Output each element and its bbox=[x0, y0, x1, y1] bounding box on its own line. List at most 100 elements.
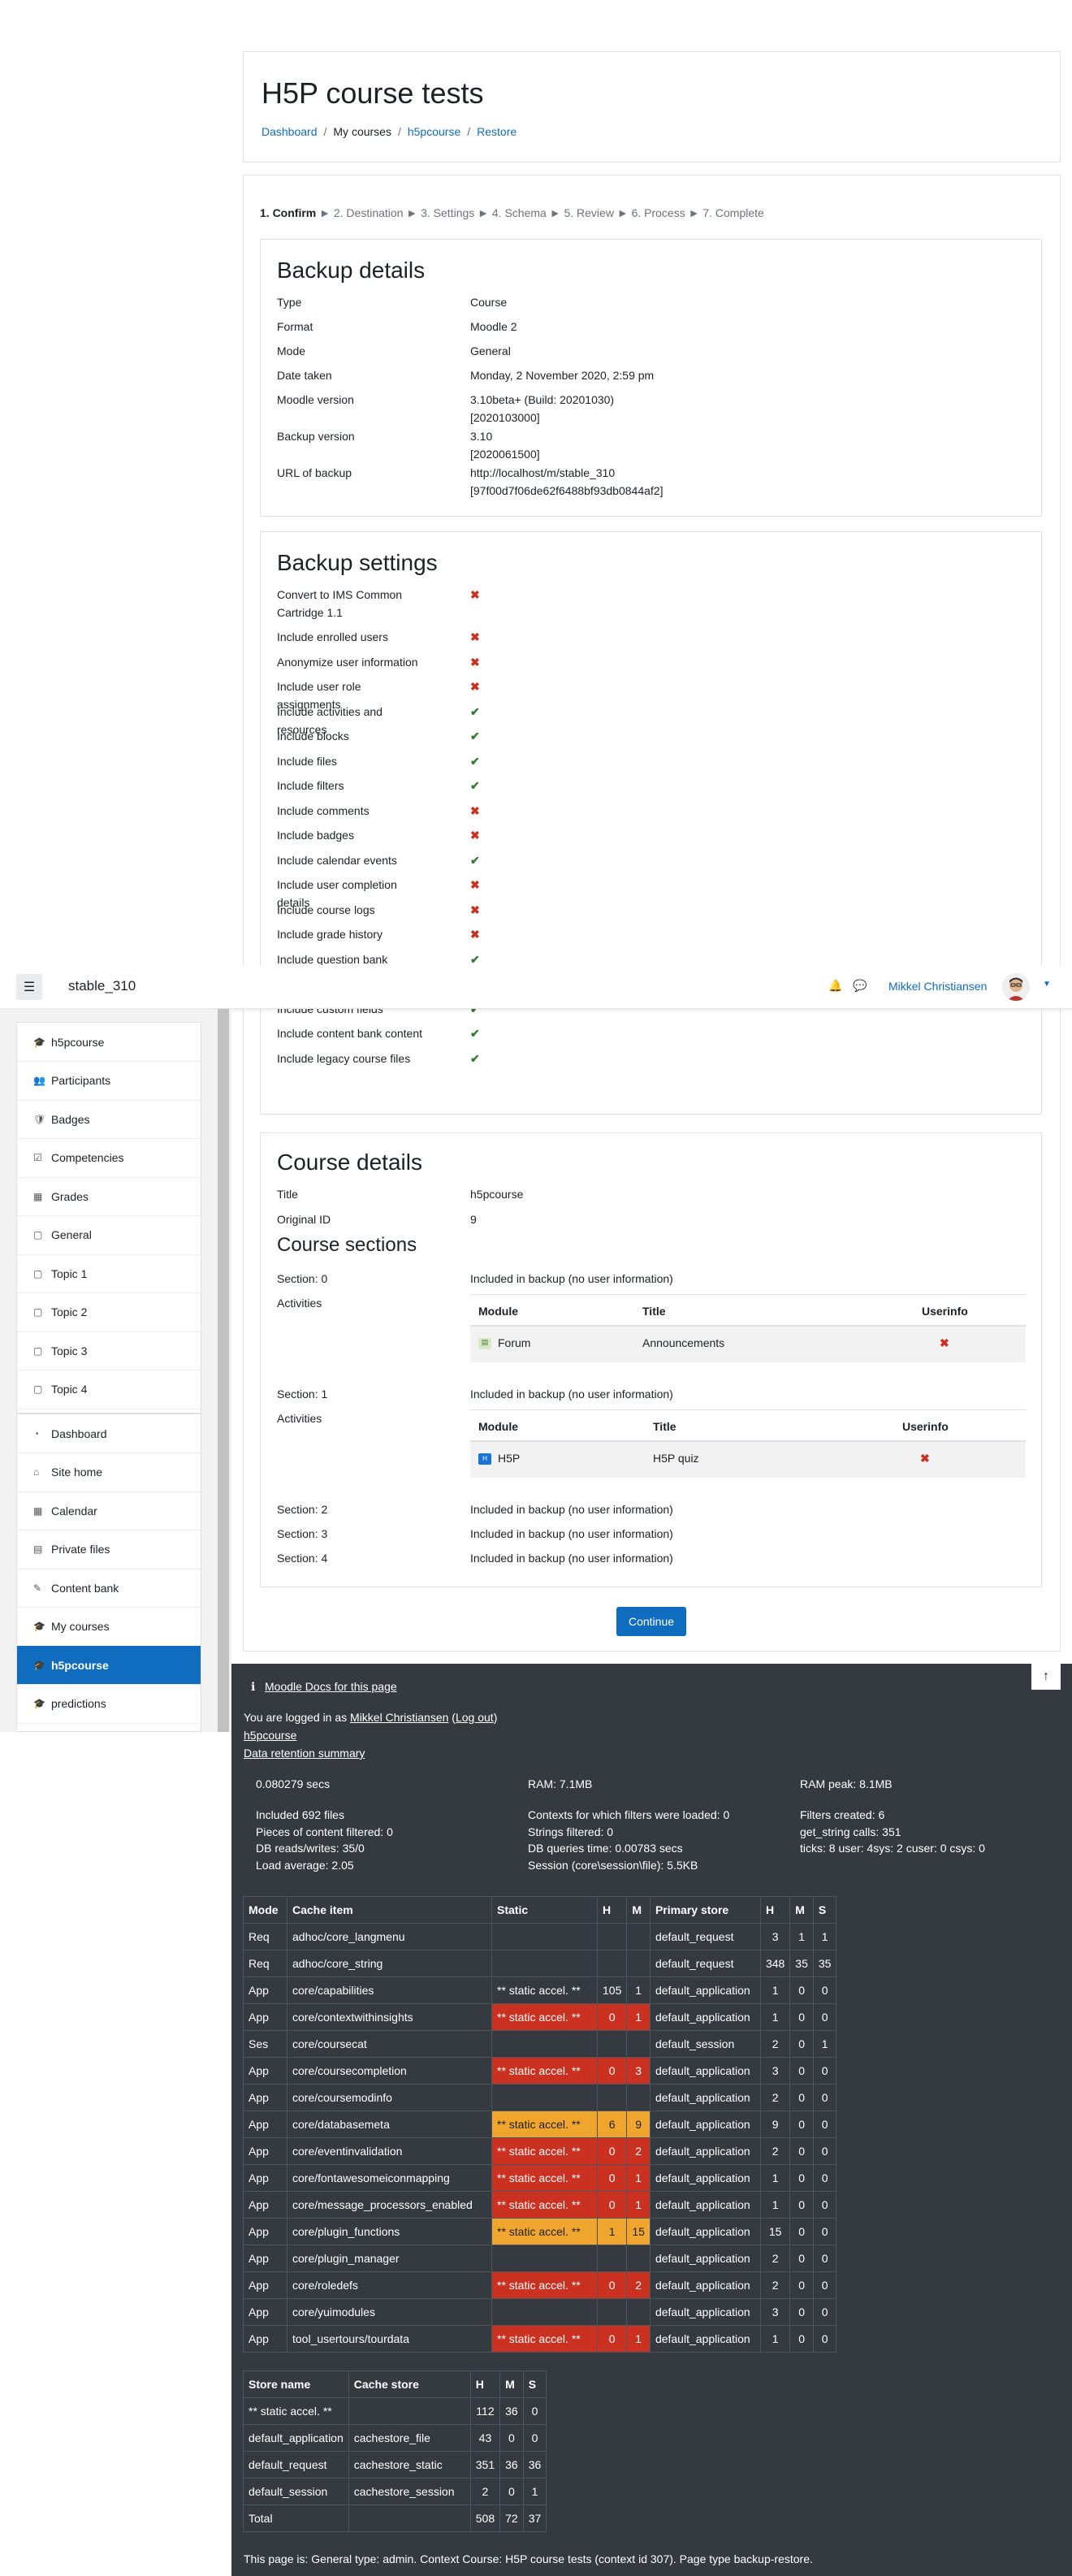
breadcrumb-separator: / bbox=[467, 125, 471, 138]
table-cell: 0 bbox=[812, 2191, 837, 2219]
table-cell: Ses bbox=[243, 2030, 287, 2058]
perf-line: get_string calls: 351 bbox=[800, 1825, 901, 1838]
table-cell: ** static accel. ** bbox=[491, 2003, 598, 2031]
breadcrumb-dashboard[interactable]: Dashboard bbox=[262, 125, 318, 138]
table-cell: 0 bbox=[789, 2164, 814, 2192]
table-cell: 0 bbox=[812, 2245, 837, 2272]
stepper-current: 1. Confirm bbox=[260, 206, 317, 219]
activity-title: Announcements bbox=[642, 1336, 725, 1349]
graduation-cap-icon: 🎓 bbox=[33, 1036, 45, 1048]
nav-item-topic-2[interactable]: ▢ Topic 2 bbox=[17, 1293, 201, 1332]
nav-item-topic-4[interactable]: ▢ Topic 4 bbox=[17, 1370, 201, 1409]
bell-icon[interactable]: 🔔 bbox=[828, 979, 842, 993]
logininfo: You are logged in as Mikkel Christiansen… bbox=[244, 1711, 498, 1724]
nav-item-predictions[interactable]: 🎓 predictions bbox=[17, 1685, 201, 1724]
nav-item-label: Site home bbox=[51, 1466, 103, 1478]
stepper-rest: ► 2. Destination ► 3. Settings ► 4. Sche… bbox=[316, 206, 764, 219]
breadcrumb-restore[interactable]: Restore bbox=[477, 125, 517, 138]
nav-item-label: Topic 2 bbox=[51, 1305, 88, 1318]
nav-item-general[interactable]: ▢ General bbox=[17, 1216, 201, 1255]
nav-item-h5pcourse[interactable]: 🎓 h5pcourse bbox=[17, 1646, 201, 1685]
nav-item-badges[interactable]: 🛡 Badges bbox=[17, 1100, 201, 1139]
nav-item-dashboard[interactable]: ◔ Dashboard bbox=[17, 1414, 201, 1453]
nav-item-private-files[interactable]: ▤ Private files bbox=[17, 1530, 201, 1569]
table-cell bbox=[626, 2245, 651, 2272]
graduation-cap-icon: 🎓 bbox=[33, 1621, 45, 1632]
chevron-down-icon[interactable]: ▼ bbox=[1043, 980, 1051, 989]
column-header: H bbox=[759, 1896, 791, 1924]
table-row: App core/message_processors_enabled ** sta… bbox=[243, 2191, 837, 2219]
activity-title: H5P quiz bbox=[653, 1452, 699, 1465]
table-cell: 0 bbox=[812, 2137, 837, 2165]
nav-item-site-home[interactable]: ⌂ Site home bbox=[17, 1453, 201, 1492]
table-cell: 1 bbox=[812, 1923, 837, 1950]
breadcrumb-course[interactable]: h5pcourse bbox=[408, 125, 460, 138]
table-cell: default_application bbox=[649, 2084, 761, 2111]
table-cell: ** static accel. ** bbox=[243, 2397, 349, 2425]
table-row: App tool_usertours/tourdata ** static acce… bbox=[243, 2325, 837, 2353]
backup-details-box: Backup details Type Course Format Moodle 2… bbox=[260, 239, 1042, 517]
nav-item-competencies[interactable]: ☑ Competencies bbox=[17, 1139, 201, 1178]
cross-icon: ✖ bbox=[940, 1336, 949, 1349]
table-cell: 35 bbox=[812, 1950, 837, 1977]
nav-item-label: Private files bbox=[51, 1543, 110, 1556]
breadcrumb: Dashboard / My courses / h5pcourse / Res… bbox=[262, 125, 517, 138]
table-cell: core/contextwithinsights bbox=[287, 2003, 492, 2031]
perf-line: DB reads/writes: 35/0 bbox=[256, 1842, 365, 1855]
table-header: Store name Cache store H M S bbox=[243, 2370, 547, 2398]
navbar: ☰ stable_310 🔔 💬 Mikkel Christiansen ▼ bbox=[0, 965, 1072, 1009]
page-footer: ↑ ℹ Moodle Docs for this page You are lo… bbox=[231, 1664, 1072, 2576]
table-header: Module Title Userinfo bbox=[470, 1409, 1026, 1442]
continue-button[interactable]: Continue bbox=[616, 1607, 686, 1636]
table-cell bbox=[491, 1950, 598, 1977]
col-title: Title bbox=[642, 1305, 666, 1318]
back-to-top-arrow-icon[interactable]: ↑ bbox=[1031, 1664, 1061, 1690]
table-row: Total 508 72 37 bbox=[243, 2505, 547, 2532]
table-cell bbox=[626, 1923, 651, 1950]
table-row: App core/fontawesomeiconmapping ** static … bbox=[243, 2164, 837, 2192]
cache-usage-table: Mode Cache item Static H M Primary store H M S R… bbox=[243, 1896, 837, 2353]
nav-item-participants[interactable]: 👥 Participants bbox=[17, 1062, 201, 1101]
moodle-docs-link[interactable]: Moodle Docs for this page bbox=[265, 1680, 397, 1693]
col-title: Title bbox=[653, 1420, 676, 1433]
table-cell bbox=[596, 1923, 628, 1950]
table-cell bbox=[491, 2084, 598, 2111]
breadcrumb-separator: / bbox=[323, 125, 327, 138]
hamburger-menu-icon[interactable]: ☰ bbox=[16, 974, 42, 1000]
setting-label: Convert to IMS Common Cartridge 1.1 bbox=[277, 588, 403, 619]
table-cell: default_session bbox=[243, 2478, 349, 2505]
nav-item-topic-3[interactable]: ▢ Topic 3 bbox=[17, 1331, 201, 1370]
cross-icon: ✖ bbox=[470, 680, 480, 693]
nav-item-calendar[interactable]: ▦ Calendar bbox=[17, 1491, 201, 1530]
perf-line: Pieces of content filtered: 0 bbox=[256, 1825, 393, 1838]
table-cell: ** static accel. ** bbox=[491, 2191, 598, 2219]
calendar-icon: ▦ bbox=[33, 1504, 43, 1517]
logged-in-user-link[interactable]: Mikkel Christiansen bbox=[350, 1711, 448, 1724]
chat-icon[interactable]: 💬 bbox=[853, 979, 867, 993]
logout-link[interactable]: Log out bbox=[456, 1711, 494, 1724]
data-retention-link[interactable]: Data retention summary bbox=[244, 1747, 365, 1760]
table-cell: 0 bbox=[789, 2218, 814, 2245]
nav-item-h5pcourse[interactable]: 🎓 h5pcourse bbox=[17, 1023, 201, 1062]
drawer-scrollbar[interactable] bbox=[218, 1009, 229, 1732]
column-header: Primary store bbox=[649, 1896, 761, 1924]
site-name[interactable]: stable_310 bbox=[68, 978, 136, 994]
table-cell: 2 bbox=[759, 2030, 791, 2058]
user-menu-name[interactable]: Mikkel Christiansen bbox=[888, 980, 987, 993]
nav-item-topic-1[interactable]: ▢ Topic 1 bbox=[17, 1254, 201, 1293]
section-status: Included in backup (no user information) bbox=[470, 1272, 673, 1285]
cross-icon: ✖ bbox=[470, 829, 480, 842]
check-icon: ✔ bbox=[470, 1051, 480, 1065]
setting-label: Include badges bbox=[277, 829, 354, 842]
footer-course-link[interactable]: h5pcourse bbox=[244, 1729, 296, 1742]
table-cell bbox=[626, 2030, 651, 2058]
cross-icon: ✖ bbox=[470, 655, 480, 669]
column-header: Cache store bbox=[348, 2370, 471, 2398]
table-cell: default_application bbox=[243, 2424, 349, 2452]
nav-item-my-courses[interactable]: 🎓 My courses bbox=[17, 1608, 201, 1647]
table-cell: 0 bbox=[812, 2271, 837, 2299]
avatar[interactable] bbox=[1002, 973, 1030, 1001]
nav-item-content-bank[interactable]: ✎ Content bank bbox=[17, 1569, 201, 1608]
nav-item-grades[interactable]: ▦ Grades bbox=[17, 1177, 201, 1216]
detail-label: Format bbox=[277, 320, 313, 333]
